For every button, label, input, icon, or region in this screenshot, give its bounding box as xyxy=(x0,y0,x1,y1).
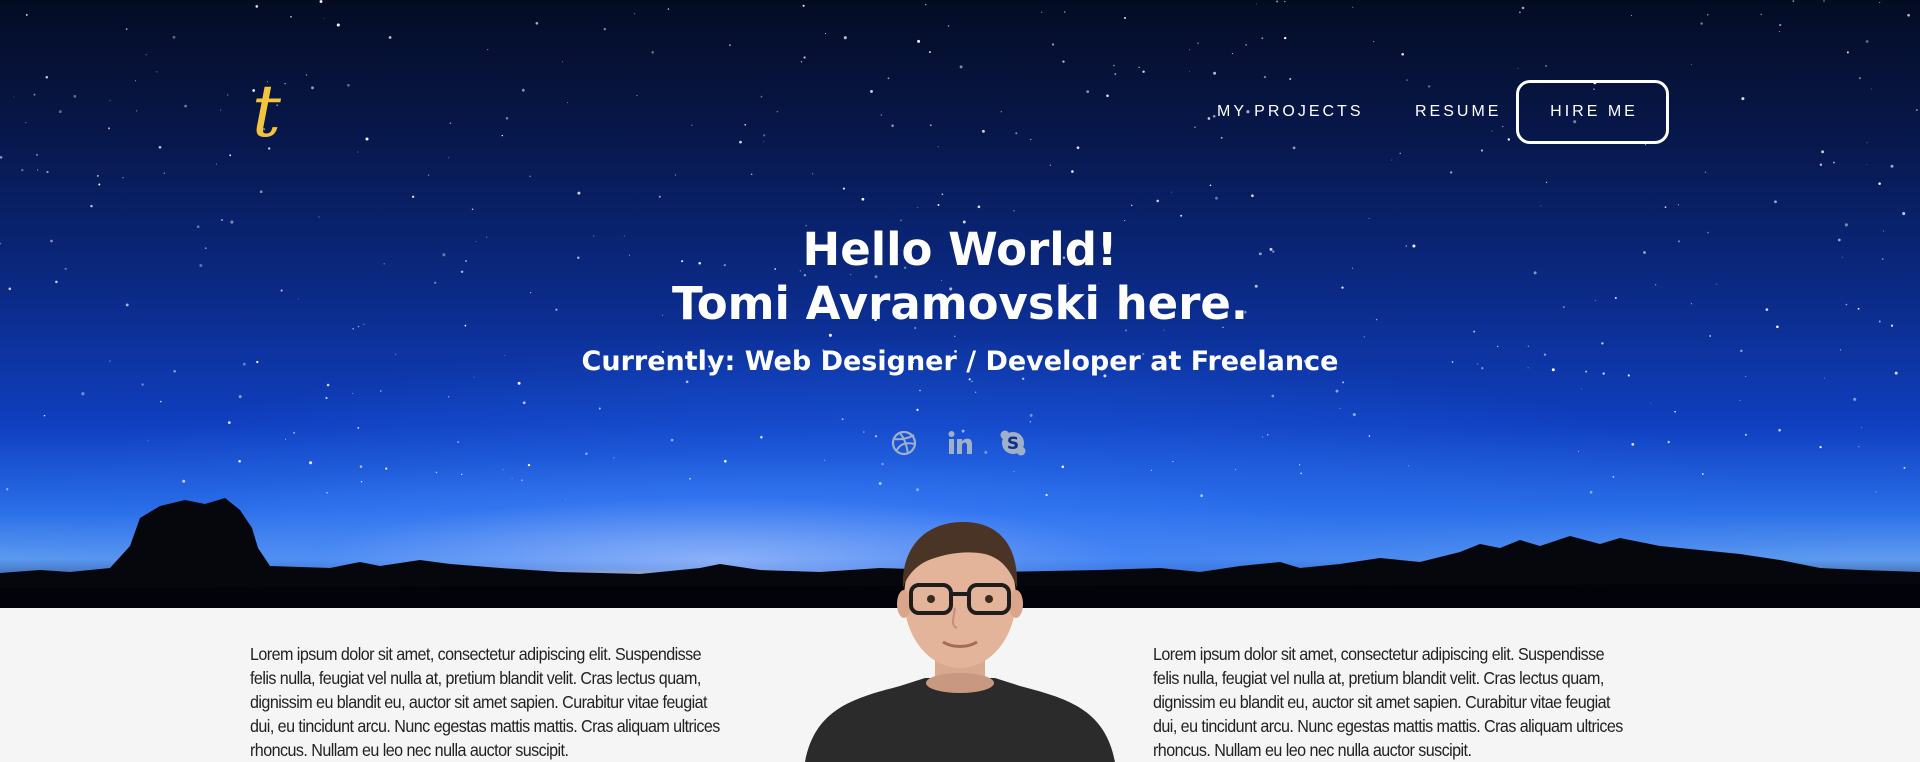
dribbble-link[interactable] xyxy=(889,428,919,458)
top-navigation: MY PROJECTS RESUME HIRE ME xyxy=(0,80,1920,144)
hire-me-button[interactable]: HIRE ME xyxy=(1516,80,1669,144)
hero-subline: Currently: Web Designer / Developer at F… xyxy=(581,346,1339,377)
hero-headline-line1: Hello World! xyxy=(802,223,1118,276)
dribbble-icon xyxy=(891,430,917,456)
svg-text:S: S xyxy=(1007,434,1019,454)
person-portrait-image xyxy=(805,522,1115,762)
about-text-left: Lorem ipsum dolor sit amet, consectetur … xyxy=(250,644,720,760)
linkedin-link[interactable] xyxy=(945,428,975,458)
nav-my-projects-link[interactable]: MY PROJECTS xyxy=(1217,80,1364,144)
about-text-right: Lorem ipsum dolor sit amet, consectetur … xyxy=(1153,644,1623,760)
hero-headline-line2: Tomi Avramovski here. xyxy=(671,277,1249,330)
nav-resume-link[interactable]: RESUME xyxy=(1415,80,1501,144)
skype-icon: S xyxy=(1000,430,1026,456)
skype-link[interactable]: S xyxy=(998,428,1028,458)
profile-portrait xyxy=(805,508,1115,762)
linkedin-icon xyxy=(948,431,972,454)
